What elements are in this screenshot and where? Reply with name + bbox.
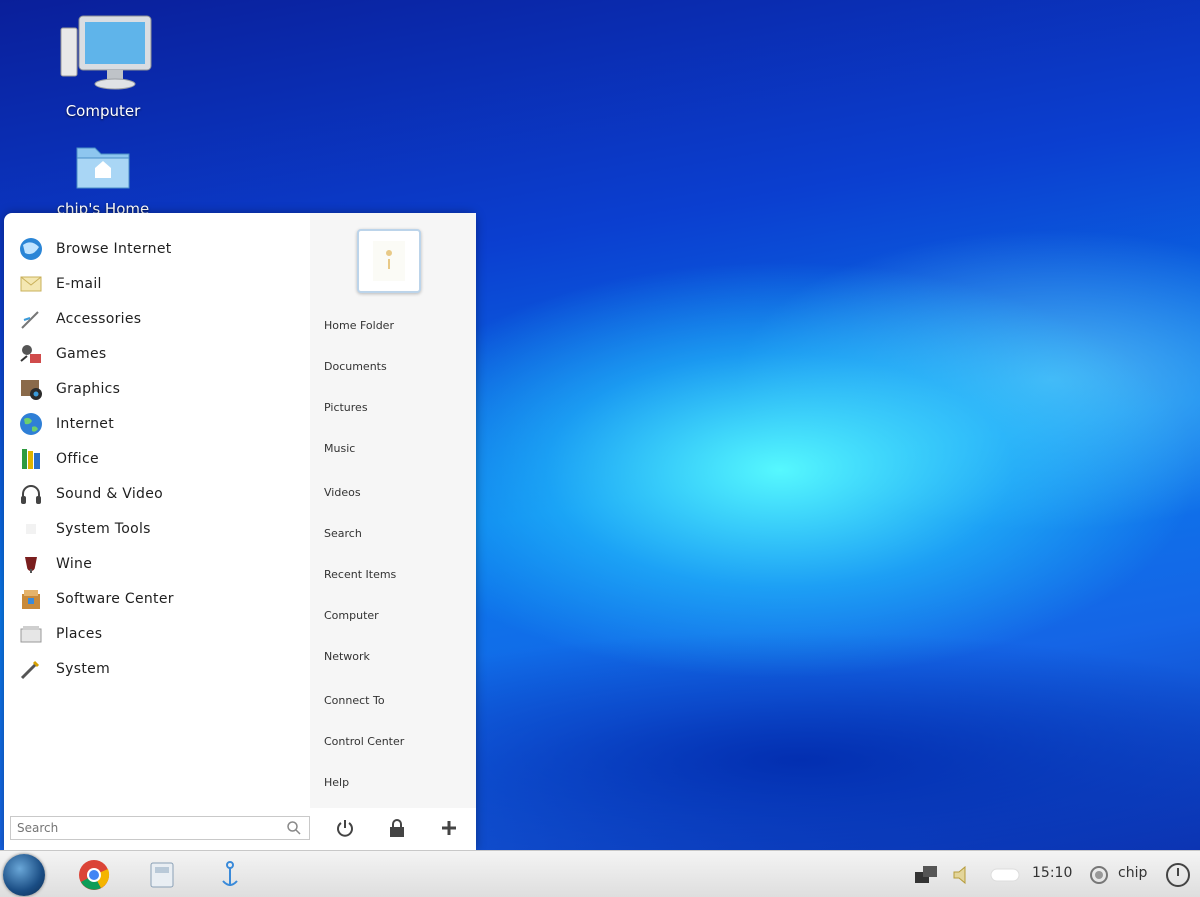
category-label: System bbox=[56, 660, 111, 677]
place-search[interactable]: Search bbox=[324, 527, 362, 540]
place-music[interactable]: Music bbox=[324, 442, 355, 455]
shutdown-icon bbox=[1166, 863, 1190, 887]
place-recent-items[interactable]: Recent Items bbox=[324, 568, 396, 581]
category-graphics[interactable]: Graphics bbox=[12, 371, 302, 406]
place-control-center[interactable]: Control Center bbox=[324, 735, 404, 748]
launcher-chrome[interactable] bbox=[74, 855, 114, 895]
category-label: Office bbox=[56, 450, 99, 467]
lock-button[interactable] bbox=[382, 813, 412, 843]
home-folder-icon bbox=[76, 147, 130, 189]
shutdown-button[interactable] bbox=[1158, 855, 1198, 895]
avatar-icon bbox=[373, 241, 405, 281]
monitor-icon bbox=[60, 15, 152, 90]
toggle-icon bbox=[990, 868, 1020, 882]
place-videos[interactable]: Videos bbox=[324, 486, 361, 499]
category-label: E-mail bbox=[56, 275, 102, 292]
start-menu: Browse Internet E-mail Accessories Games… bbox=[4, 213, 476, 850]
start-orb-icon bbox=[3, 854, 45, 896]
email-icon bbox=[16, 269, 46, 299]
desktop-icon-computer[interactable]: Computer bbox=[48, 14, 158, 120]
accessories-icon bbox=[16, 304, 46, 334]
category-internet[interactable]: Internet bbox=[12, 406, 302, 441]
place-connect-to[interactable]: Connect To bbox=[324, 694, 385, 707]
category-games[interactable]: Games bbox=[12, 336, 302, 371]
user-name[interactable]: chip bbox=[1118, 865, 1147, 881]
category-browse-internet[interactable]: Browse Internet bbox=[12, 231, 302, 266]
start-button[interactable] bbox=[0, 853, 48, 897]
system-icon bbox=[16, 654, 46, 684]
add-button[interactable] bbox=[434, 813, 464, 843]
office-icon bbox=[16, 444, 46, 474]
web-browser-icon bbox=[16, 234, 46, 264]
category-system[interactable]: System bbox=[12, 651, 302, 686]
desktop-icon-label: Computer bbox=[65, 102, 141, 120]
tray-user-status[interactable] bbox=[1084, 855, 1114, 895]
wine-icon bbox=[16, 549, 46, 579]
search-input[interactable] bbox=[10, 816, 310, 840]
anchor-icon bbox=[222, 861, 238, 886]
internet-globe-icon bbox=[16, 409, 46, 439]
launcher-file-manager[interactable] bbox=[142, 855, 182, 895]
category-email[interactable]: E-mail bbox=[12, 266, 302, 301]
category-places[interactable]: Places bbox=[12, 616, 302, 651]
places-column: Home Folder Documents Pictures Music Vid… bbox=[310, 213, 476, 808]
software-center-icon bbox=[16, 584, 46, 614]
category-label: Software Center bbox=[56, 590, 174, 607]
place-documents[interactable]: Documents bbox=[324, 360, 387, 373]
headphones-icon bbox=[16, 479, 46, 509]
tray-network[interactable] bbox=[906, 855, 946, 895]
file-manager-icon bbox=[150, 862, 174, 888]
category-software-center[interactable]: Software Center bbox=[12, 581, 302, 616]
volume-icon bbox=[953, 865, 966, 885]
games-icon bbox=[16, 339, 46, 369]
system-tools-icon bbox=[16, 514, 46, 544]
user-status-icon bbox=[1090, 866, 1108, 884]
add-icon bbox=[442, 821, 456, 835]
category-label: System Tools bbox=[56, 520, 151, 537]
place-home-folder[interactable]: Home Folder bbox=[324, 319, 394, 332]
place-computer[interactable]: Computer bbox=[324, 609, 379, 622]
category-list: Browse Internet E-mail Accessories Games… bbox=[12, 231, 302, 686]
user-avatar[interactable] bbox=[357, 229, 421, 293]
search-icon[interactable] bbox=[286, 820, 302, 836]
launcher-anchor[interactable] bbox=[210, 855, 250, 895]
category-label: Graphics bbox=[56, 380, 121, 397]
tray-indicator[interactable] bbox=[988, 855, 1022, 895]
clock[interactable]: 15:10 bbox=[1032, 865, 1072, 881]
desktop-icon-home[interactable]: chip's Home bbox=[48, 140, 158, 218]
category-label: Games bbox=[56, 345, 107, 362]
category-system-tools[interactable]: System Tools bbox=[12, 511, 302, 546]
network-icon bbox=[915, 866, 937, 883]
graphics-icon bbox=[16, 374, 46, 404]
category-label: Wine bbox=[56, 555, 93, 572]
place-network[interactable]: Network bbox=[324, 650, 370, 663]
place-pictures[interactable]: Pictures bbox=[324, 401, 368, 414]
place-help[interactable]: Help bbox=[324, 776, 349, 789]
category-label: Browse Internet bbox=[56, 240, 172, 257]
power-button[interactable] bbox=[330, 813, 360, 843]
category-accessories[interactable]: Accessories bbox=[12, 301, 302, 336]
power-icon bbox=[337, 820, 353, 837]
taskbar: 15:10 chip bbox=[0, 850, 1200, 897]
category-label: Accessories bbox=[56, 310, 142, 327]
lock-icon bbox=[390, 819, 404, 837]
chrome-icon bbox=[79, 860, 110, 890]
category-wine[interactable]: Wine bbox=[12, 546, 302, 581]
category-label: Places bbox=[56, 625, 103, 642]
tray-volume[interactable] bbox=[942, 855, 982, 895]
category-label: Internet bbox=[56, 415, 114, 432]
places-icon bbox=[16, 619, 46, 649]
category-label: Sound & Video bbox=[56, 485, 164, 502]
menu-actions bbox=[322, 811, 472, 845]
category-office[interactable]: Office bbox=[12, 441, 302, 476]
category-sound-video[interactable]: Sound & Video bbox=[12, 476, 302, 511]
